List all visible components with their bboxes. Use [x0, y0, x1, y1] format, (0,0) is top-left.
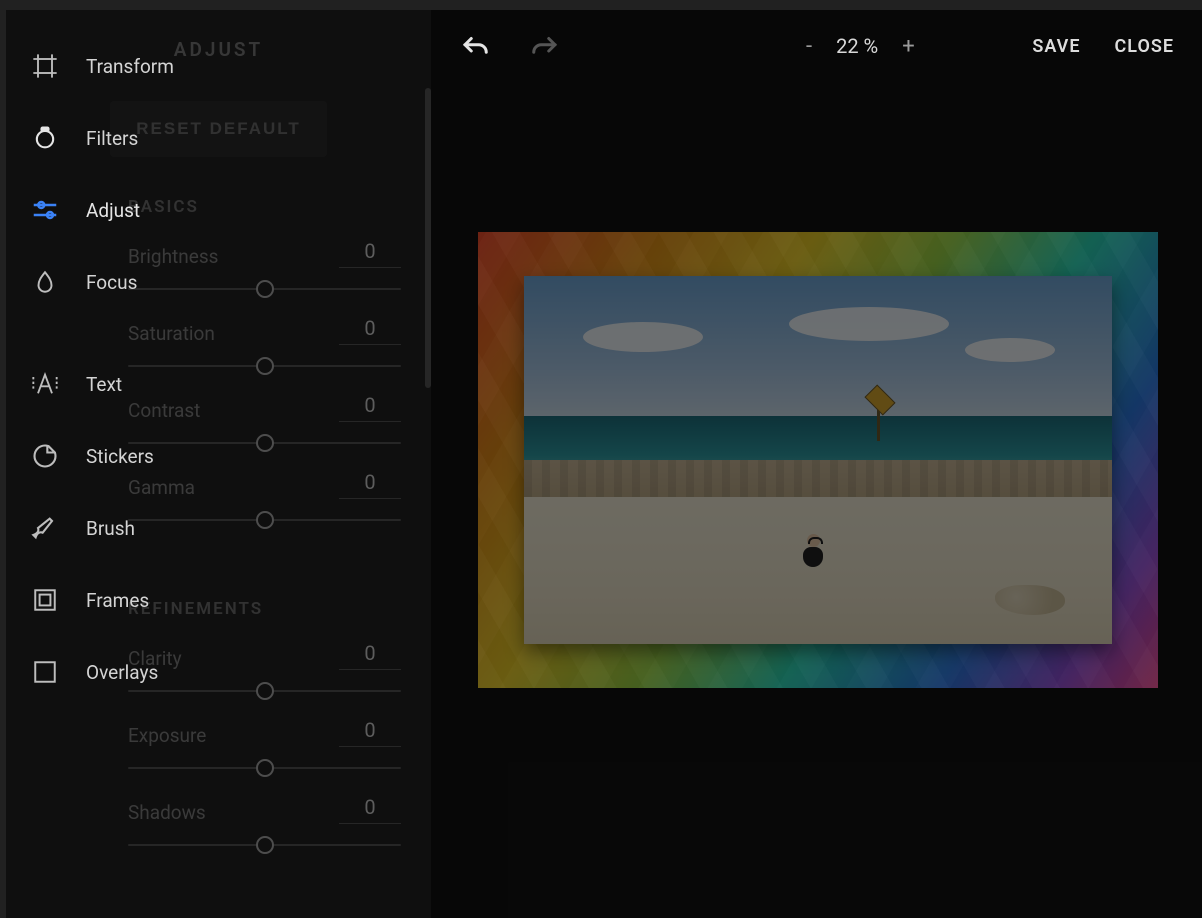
sidebar-item-label: Filters: [86, 127, 138, 150]
slider-value[interactable]: 0: [339, 718, 401, 747]
slider-thumb[interactable]: [256, 682, 274, 700]
panel-scrollbar[interactable]: [425, 88, 431, 388]
save-button[interactable]: SAVE: [1032, 36, 1080, 57]
photo-person: [800, 534, 826, 574]
sidebar-item-transform[interactable]: Transform: [6, 30, 206, 102]
sidebar-item-text[interactable]: Text: [6, 348, 206, 420]
sidebar-item-brush[interactable]: Brush: [6, 492, 206, 564]
slider-value[interactable]: 0: [339, 316, 401, 345]
filters-icon: [30, 123, 60, 153]
transform-icon: [30, 51, 60, 81]
sidebar-item-label: Focus: [86, 271, 137, 294]
slider-value[interactable]: 0: [339, 393, 401, 422]
sidebar-item-adjust[interactable]: Adjust: [6, 174, 206, 246]
sidebar-item-stickers[interactable]: Stickers: [6, 420, 206, 492]
sidebar-item-filters[interactable]: Filters: [6, 102, 206, 174]
sidebar-item-overlays[interactable]: Overlays: [6, 636, 206, 708]
sidebar-item-focus[interactable]: Focus: [6, 246, 206, 318]
brush-icon: [30, 513, 60, 543]
redo-button[interactable]: [530, 31, 560, 61]
image-canvas[interactable]: [478, 232, 1158, 688]
slider-thumb[interactable]: [256, 434, 274, 452]
sidebar-item-label: Stickers: [86, 445, 154, 468]
rainbow-frame: [478, 232, 1158, 688]
sidebar-item-label: Frames: [86, 589, 149, 612]
slider-value[interactable]: 0: [339, 641, 401, 670]
slider-thumb[interactable]: [256, 280, 274, 298]
undo-button[interactable]: [460, 31, 490, 61]
tool-sidebar: Transform Filters Adjust Focus Text: [6, 10, 206, 918]
slider-thumb[interactable]: [256, 836, 274, 854]
stickers-icon: [30, 441, 60, 471]
slider-value[interactable]: 0: [339, 239, 401, 268]
close-button[interactable]: CLOSE: [1115, 36, 1174, 57]
photo-rockpile: [995, 585, 1065, 615]
slider-thumb[interactable]: [256, 511, 274, 529]
sidebar-item-label: Brush: [86, 517, 135, 540]
zoom-value: 22 %: [836, 34, 878, 58]
photo-sky: [524, 276, 1112, 431]
sidebar-item-frames[interactable]: Frames: [6, 564, 206, 636]
zoom-in-button[interactable]: +: [896, 30, 920, 63]
sidebar-item-label: Overlays: [86, 661, 158, 684]
zoom-out-button[interactable]: -: [800, 30, 818, 63]
slider-value[interactable]: 0: [339, 470, 401, 499]
overlays-icon: [30, 657, 60, 687]
focus-icon: [30, 267, 60, 297]
slider-thumb[interactable]: [256, 357, 274, 375]
photo-sign: [877, 401, 880, 441]
slider-thumb[interactable]: [256, 759, 274, 777]
photo-preview: [524, 276, 1112, 644]
sidebar-item-label: Text: [86, 373, 122, 396]
text-icon: [30, 369, 60, 399]
frames-icon: [30, 585, 60, 615]
sidebar-item-label: Adjust: [86, 199, 140, 222]
topbar: - 22 % + SAVE CLOSE: [430, 10, 1202, 82]
slider-value[interactable]: 0: [339, 795, 401, 824]
adjust-icon: [30, 195, 60, 225]
zoom-control: - 22 % +: [800, 30, 921, 63]
sidebar-item-label: Transform: [86, 55, 174, 78]
